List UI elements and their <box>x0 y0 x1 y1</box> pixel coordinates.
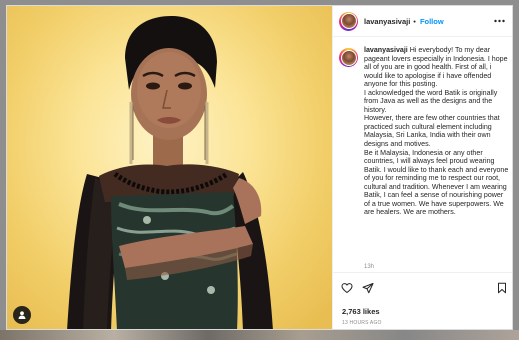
caption-avatar[interactable] <box>339 48 358 67</box>
user-tag-icon[interactable] <box>13 306 31 324</box>
header-username[interactable]: lavanyasivaji <box>364 17 410 26</box>
header-separator: • <box>413 16 416 26</box>
caption: lavanyasivaji Hi everybody! To my dear p… <box>339 46 509 271</box>
post-header: lavanyasivaji • Follow <box>333 6 512 37</box>
post-photo[interactable] <box>7 6 332 329</box>
like-count[interactable]: 2,763 likes <box>342 307 380 316</box>
caption-text: lavanyasivaji Hi everybody! To my dear p… <box>364 46 509 217</box>
avatar[interactable] <box>339 11 358 31</box>
post-sidebar: lavanyasivaji • Follow lavanyasivaji Hi … <box>332 6 512 329</box>
bookmark-icon[interactable] <box>496 282 508 294</box>
portrait-image <box>67 16 273 329</box>
follow-button[interactable]: Follow <box>420 17 444 26</box>
send-icon[interactable] <box>362 282 374 294</box>
caption-body: lavanyasivaji Hi everybody! To my dear p… <box>364 46 509 271</box>
heart-icon[interactable] <box>341 282 353 294</box>
feed-thumbnails-strip <box>0 330 519 340</box>
caption-message: Hi everybody! To my dear pageant lovers … <box>364 46 509 217</box>
post-date: 13 HOURS AGO <box>342 320 382 326</box>
action-bar: 2,763 likes 13 HOURS AGO <box>333 272 512 329</box>
post-modal: lavanyasivaji • Follow lavanyasivaji Hi … <box>6 5 513 330</box>
caption-username[interactable]: lavanyasivaji <box>364 46 408 54</box>
caption-timestamp: 13h <box>364 264 375 270</box>
more-options-icon[interactable] <box>494 17 505 25</box>
